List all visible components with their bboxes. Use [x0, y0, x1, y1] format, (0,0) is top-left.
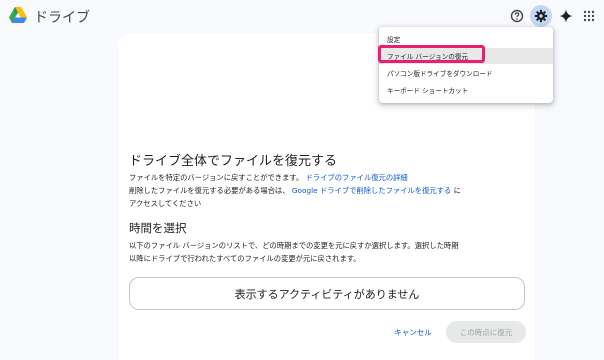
restore-to-point-button[interactable]: この時点に復元 — [446, 321, 526, 343]
empty-message: 表示するアクティビティがありません — [234, 287, 420, 301]
menu-item-keyboard-shortcuts[interactable]: キーボード ショートカット — [379, 82, 553, 98]
section-description-line-2: 以降にドライブで行われたすべてのファイルの変更が元に戻されます。 — [129, 254, 361, 263]
gemini-sparkle-icon[interactable] — [556, 6, 576, 26]
section-title: 時間を選択 — [129, 221, 187, 235]
intro-line-2: 削除したファイルを復元する必要がある場合は、 Google ドライブで削除したフ… — [129, 185, 461, 196]
intro-line-1: ファイルを特定のバージョンに戻すことができます。 ドライブのファイル復元の詳細 — [129, 172, 408, 183]
cancel-button[interactable]: キャンセル — [388, 322, 438, 342]
intro-line-3: アクセスしてください — [129, 199, 202, 208]
gear-icon — [534, 9, 548, 23]
menu-item-settings[interactable]: 設定 — [379, 31, 553, 47]
deleted-files-text: 削除したファイルを復元する必要がある場合は、 — [129, 186, 290, 195]
activity-list-empty: 表示するアクティビティがありません — [129, 277, 525, 310]
restore-help-link[interactable]: ドライブのファイル復元の詳細 — [306, 173, 408, 182]
menu-item-restore-versions[interactable]: ファイル バージョンの復元 — [379, 48, 553, 64]
intro-text: ファイルを特定のバージョンに戻すことができます。 — [129, 173, 304, 182]
dialog-title: ドライブ全体でファイルを復元する — [129, 154, 338, 169]
help-icon[interactable] — [507, 6, 527, 26]
apps-grid-icon[interactable] — [579, 6, 599, 26]
settings-menu: 設定 ファイル バージョンの復元 パソコン版ドライブをダウンロード キーボード … — [379, 27, 553, 103]
app-title: ドライブ — [34, 10, 90, 26]
google-drive-logo-icon[interactable] — [9, 7, 27, 23]
section-description-line-1: 以下のファイル バージョンのリストで、どの時期までの変更を元に戻すか選択します。… — [129, 241, 459, 250]
menu-item-download-desktop[interactable]: パソコン版ドライブをダウンロード — [379, 65, 553, 81]
deleted-files-suffix: に — [453, 186, 461, 195]
restore-deleted-link[interactable]: Google ドライブで削除したファイルを復元する — [292, 186, 451, 195]
settings-gear-button[interactable] — [530, 5, 552, 27]
